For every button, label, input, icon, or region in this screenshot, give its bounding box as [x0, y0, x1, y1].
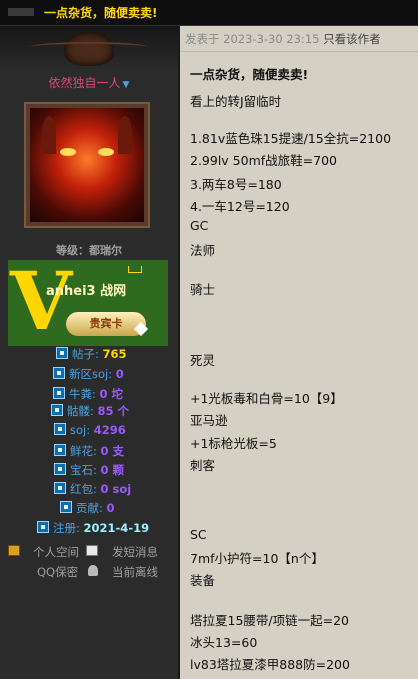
qq-private: QQ保密 — [37, 565, 79, 579]
divider — [180, 51, 418, 52]
envelope-icon[interactable] — [86, 545, 98, 556]
stat-new-soj[interactable]: 新区soj: 0 — [53, 366, 124, 384]
stat-label: 帖子: — [72, 347, 99, 361]
stat-label: 新区soj: — [69, 367, 113, 381]
stat-dung[interactable]: 牛粪: 0 坨 — [53, 386, 123, 404]
stat-value: 0 — [106, 501, 115, 515]
stat-value: 0 soj — [100, 482, 132, 496]
stat-label: 骷髅: — [67, 404, 94, 418]
stat-value: 0 坨 — [99, 387, 124, 401]
post-line: lv83塔拉夏漆甲888防=200 — [190, 657, 350, 672]
personal-space-link[interactable]: 个人空间 — [33, 544, 79, 560]
stat-posts[interactable]: 帖子: 765 — [56, 346, 127, 364]
post-line: 法师 — [190, 243, 216, 258]
send-message-link[interactable]: 发短消息 — [112, 544, 158, 560]
banner-site: anhei3 战网 — [46, 284, 127, 299]
post-panel: 发表于 2023-3-30 23:15 只看该作者 一点杂货，随便卖卖! 看上的… — [180, 26, 418, 679]
author-username[interactable]: 依然独自一人 ▼ — [0, 74, 178, 91]
stat-icon — [53, 387, 65, 399]
author-sidebar: 依然独自一人 ▼ 等级：都瑞尔 V anhei3 战网 贵宾卡 帖子: 765 新… — [0, 26, 178, 679]
stat-label: soj: — [70, 423, 91, 437]
post-line: 7mf小护符=10【n个】 — [190, 551, 324, 566]
stat-label: 宝石: — [70, 463, 97, 477]
thread-title: 一点杂货，随便卖卖! — [44, 6, 158, 20]
stat-icon — [37, 521, 49, 533]
stat-skulls[interactable]: 骷髅: 85 个 — [51, 403, 129, 421]
post-line: GC — [190, 218, 209, 233]
stat-icon — [51, 404, 63, 416]
stat-icon — [54, 482, 66, 494]
stat-label: 牛粪: — [69, 387, 96, 401]
stat-icon — [60, 501, 72, 513]
username-text[interactable]: 依然独自一人 — [49, 76, 121, 90]
stat-value: 2021-4-19 — [83, 521, 150, 535]
user-level: 等级：都瑞尔 — [56, 244, 122, 257]
stat-icon — [54, 463, 66, 475]
stat-flowers[interactable]: 鲜花: 0 支 — [54, 443, 124, 461]
post-line: 刺客 — [190, 458, 216, 473]
stat-label: 贡献: — [76, 501, 103, 515]
avatar[interactable] — [30, 108, 144, 222]
post-line: +1光板毒和白骨=10【9】 — [190, 391, 343, 406]
home-icon[interactable] — [8, 545, 20, 556]
online-status: 当前离线 — [112, 565, 158, 579]
post-line: 2.99lv 50mf战旅鞋=700 — [190, 153, 337, 168]
post-line: 看上的转J留临时 — [190, 94, 282, 109]
breadcrumb-icon — [8, 8, 34, 16]
banner-card: 贵宾卡 — [66, 312, 146, 336]
user-icon — [88, 565, 98, 576]
stat-value: 4296 — [93, 423, 126, 437]
stat-value: 0 — [115, 367, 124, 381]
stat-soj[interactable]: soj: 4296 — [54, 423, 126, 441]
post-line: 4.一车12号=120 — [190, 199, 290, 214]
post-line: 骑士 — [190, 282, 216, 297]
stat-label: 红包: — [70, 482, 97, 496]
post-line: 亚马逊 — [190, 413, 228, 428]
stat-icon — [56, 347, 68, 359]
avatar-eye — [60, 148, 76, 156]
stat-value: 0 支 — [100, 444, 125, 458]
stat-red-packets[interactable]: 红包: 0 soj — [54, 481, 131, 499]
author-only-link[interactable]: 只看该作者 — [323, 32, 381, 46]
stat-label: 鲜花: — [70, 444, 97, 458]
chevron-down-icon[interactable]: ▼ — [123, 80, 130, 90]
stat-icon — [53, 367, 65, 379]
stat-contribution[interactable]: 贡献: 0 — [60, 500, 115, 518]
top-bar: 一点杂货，随便卖卖! — [0, 0, 418, 26]
post-line: 死灵 — [190, 353, 216, 368]
post-line: 一点杂货，随便卖卖! — [190, 67, 309, 82]
stat-icon — [54, 423, 66, 435]
post-line: 冰头13=60 — [190, 635, 258, 650]
demon-ornament — [0, 26, 178, 70]
banner-letter: V — [10, 260, 73, 346]
post-line: 装备 — [190, 573, 216, 588]
avatar-eye — [98, 148, 114, 156]
stat-label: 注册: — [53, 521, 80, 535]
stat-value: 85 个 — [97, 404, 130, 418]
vip-card-banner[interactable]: V anhei3 战网 贵宾卡 — [8, 260, 168, 346]
post-line: 3.两车8号=180 — [190, 177, 282, 192]
post-line: 塔拉夏15腰带/项链一起=20 — [190, 613, 349, 628]
post-line: 1.81v蓝色珠15提速/15全抗=2100 — [190, 131, 392, 146]
stat-icon — [54, 444, 66, 456]
post-line: SC — [190, 527, 207, 542]
stat-value: 765 — [102, 347, 127, 361]
post-line: +1标枪光板=5 — [190, 436, 277, 451]
post-date: 发表于 2023-3-30 23:15 — [185, 32, 320, 46]
avatar-horn — [118, 116, 132, 154]
crown-icon — [128, 266, 142, 273]
post-header: 发表于 2023-3-30 23:15 只看该作者 — [185, 31, 381, 47]
avatar-horn — [42, 116, 56, 154]
stat-registered: 注册: 2021-4-19 — [37, 520, 149, 538]
avatar-frame — [24, 102, 150, 228]
stat-gems[interactable]: 宝石: 0 颗 — [54, 462, 124, 480]
stat-value: 0 颗 — [100, 463, 125, 477]
